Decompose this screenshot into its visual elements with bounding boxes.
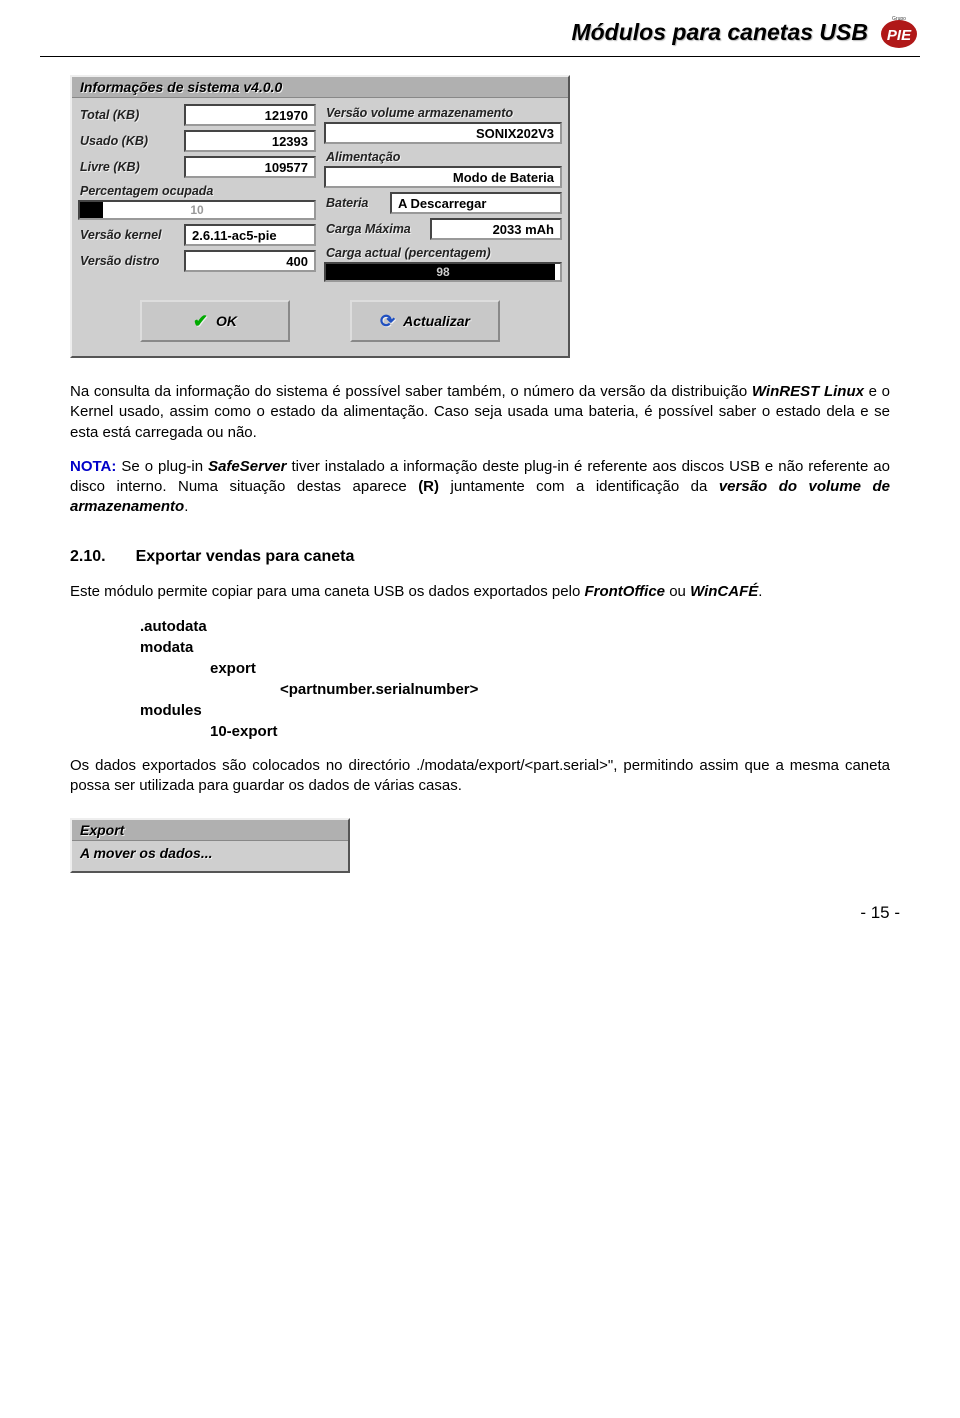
distro-label: Versão distro — [78, 254, 178, 268]
usado-value: 12393 — [184, 130, 316, 152]
paragraph-2: Este módulo permite copiar para uma cane… — [70, 582, 890, 602]
directory-structure: .autodata modata export <partnumber.seri… — [140, 616, 890, 742]
export-dialog-body: A mover os dados... — [72, 841, 348, 871]
section-title: Exportar vendas para caneta — [136, 548, 355, 565]
brand-frontoffice: FrontOffice — [584, 583, 665, 600]
page-header: Módulos para canetas USB PIE Grupo — [0, 0, 960, 56]
header-divider — [40, 56, 920, 57]
check-icon: ✔ — [193, 311, 208, 332]
brand-wincafe: WinCAFÉ — [690, 583, 758, 600]
note-paragraph: NOTA: Se o plug-in SafeServer tiver inst… — [70, 457, 890, 518]
paragraph-3: Os dados exportados são colocados no dir… — [70, 756, 890, 797]
percent-label: Percentagem ocupada — [78, 182, 316, 200]
export-dialog-title: Export — [72, 820, 348, 841]
export-dialog: Export A mover os dados... — [70, 818, 350, 873]
refresh-button[interactable]: ⟳ Actualizar — [350, 300, 500, 342]
bateria-label: Bateria — [324, 196, 384, 210]
section-number: 2.10. — [70, 548, 106, 566]
refresh-icon: ⟳ — [380, 311, 395, 332]
page-title: Módulos para canetas USB — [571, 19, 868, 46]
livre-label: Livre (KB) — [78, 160, 178, 174]
svg-text:Grupo: Grupo — [892, 16, 906, 22]
total-label: Total (KB) — [78, 108, 178, 122]
volume-label: Versão volume armazenamento — [324, 104, 562, 122]
note-label: NOTA: — [70, 458, 116, 475]
carga-max-value: 2033 mAh — [430, 218, 562, 240]
brand-safeserver: SafeServer — [208, 458, 286, 475]
aliment-value: Modo de Bateria — [324, 166, 562, 188]
carga-act-progress: 98 — [324, 262, 562, 282]
kernel-value: 2.6.11-ac5-pie — [184, 224, 316, 246]
carga-max-label: Carga Máxima — [324, 222, 424, 236]
dialog-title: Informações de sistema v4.0.0 — [72, 77, 568, 98]
usado-label: Usado (KB) — [78, 134, 178, 148]
carga-act-progress-text: 98 — [326, 264, 560, 280]
ok-button-label: OK — [216, 313, 237, 329]
paragraph-1: Na consulta da informação do sistema é p… — [70, 382, 890, 443]
ok-button[interactable]: ✔ OK — [140, 300, 290, 342]
refresh-button-label: Actualizar — [403, 313, 470, 329]
total-value: 121970 — [184, 104, 316, 126]
aliment-label: Alimentação — [324, 148, 562, 166]
livre-value: 109577 — [184, 156, 316, 178]
brand-winrest-linux: WinREST Linux — [752, 383, 864, 400]
percent-progress: 10 — [78, 200, 316, 220]
brand-logo-icon: PIE Grupo — [878, 14, 920, 50]
bateria-value: A Descarregar — [390, 192, 562, 214]
section-heading: 2.10. Exportar vendas para caneta — [70, 548, 890, 566]
carga-act-label: Carga actual (percentagem) — [324, 244, 562, 262]
percent-progress-text: 10 — [80, 202, 314, 218]
page-number: - 15 - — [0, 893, 960, 943]
volume-value: SONIX202V3 — [324, 122, 562, 144]
kernel-label: Versão kernel — [78, 228, 178, 242]
system-info-dialog: Informações de sistema v4.0.0 Total (KB)… — [70, 75, 570, 358]
distro-value: 400 — [184, 250, 316, 272]
svg-text:PIE: PIE — [887, 27, 912, 44]
